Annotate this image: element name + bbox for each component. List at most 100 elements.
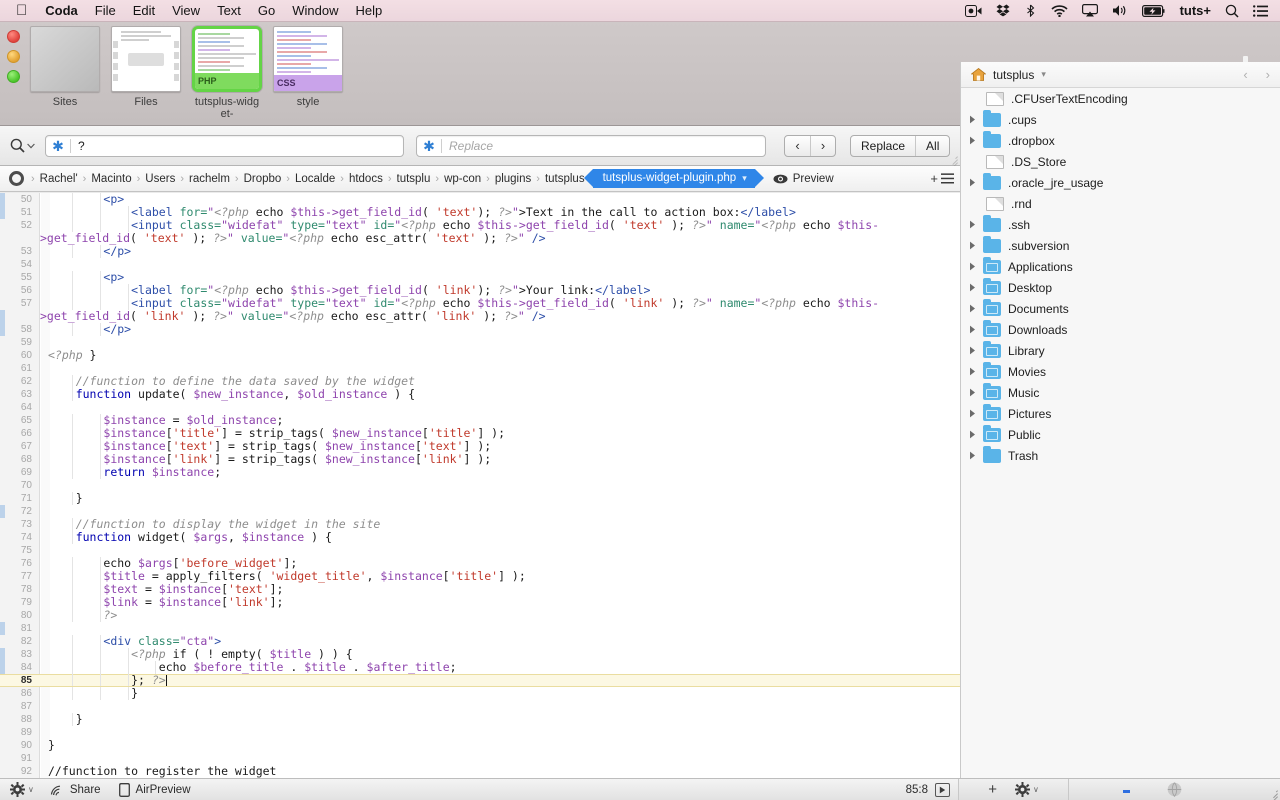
run-icon[interactable] — [935, 783, 950, 797]
preview-toggle[interactable]: Preview — [773, 173, 834, 185]
search-options-icon[interactable]: ✱ — [46, 139, 70, 153]
breadcrumb-item-4[interactable]: Dropbo — [244, 173, 282, 185]
disclosure-triangle-icon[interactable] — [969, 220, 983, 229]
disclosure-triangle-icon[interactable] — [969, 388, 983, 397]
disclosure-triangle-icon[interactable] — [969, 178, 983, 187]
file-status-icon[interactable] — [9, 171, 24, 186]
disclosure-triangle-icon[interactable] — [969, 241, 983, 250]
code-line[interactable]: 54 — [0, 258, 960, 271]
disclosure-triangle-icon[interactable] — [969, 325, 983, 334]
wifi-icon[interactable] — [1051, 5, 1068, 17]
file-list-item[interactable]: .ssh — [961, 214, 1280, 235]
file-list-item[interactable]: .oracle_jre_usage — [961, 172, 1280, 193]
breadcrumb-item-9[interactable]: plugins — [495, 173, 531, 185]
file-list-item[interactable]: .rnd — [961, 193, 1280, 214]
breadcrumb-item-7[interactable]: tutsplu — [397, 173, 431, 185]
battery-icon[interactable] — [1142, 5, 1166, 17]
search-scope-button[interactable] — [10, 138, 35, 153]
code-line[interactable]: 80 ?> — [0, 609, 960, 622]
zoom-window-button[interactable] — [7, 70, 20, 83]
code-line-wrapped[interactable]: >get_field_id( 'text' ); ?>" value="<?ph… — [0, 232, 960, 245]
code-line[interactable]: 85 }; ?> — [0, 674, 960, 687]
file-list-item[interactable]: Pictures — [961, 403, 1280, 424]
share-button[interactable]: Share — [50, 784, 101, 796]
code-line[interactable]: 63 function update( $new_instance, $old_… — [0, 388, 960, 401]
forward-button[interactable]: › — [1266, 67, 1270, 82]
menu-item-go[interactable]: Go — [258, 3, 275, 18]
minimize-window-button[interactable] — [7, 50, 20, 63]
code-line[interactable]: 70 — [0, 479, 960, 492]
volume-icon[interactable] — [1112, 4, 1128, 17]
code-line[interactable]: 58 </p> — [0, 323, 960, 336]
bluetooth-icon[interactable] — [1024, 4, 1037, 17]
file-list-item[interactable]: .cups — [961, 109, 1280, 130]
replace-input[interactable]: ✱ Replace — [416, 135, 766, 157]
code-line[interactable]: 71 } — [0, 492, 960, 505]
disclosure-triangle-icon[interactable] — [969, 346, 983, 355]
breadcrumb-item-5[interactable]: Localde — [295, 173, 335, 185]
code-line[interactable]: 79 $link = $instance['link']; — [0, 596, 960, 609]
find-previous-button[interactable]: ‹ — [785, 136, 810, 156]
disclosure-triangle-icon[interactable] — [969, 136, 983, 145]
menu-bar-username[interactable]: tuts+ — [1180, 3, 1211, 18]
file-list-item[interactable]: Music — [961, 382, 1280, 403]
file-list-item[interactable]: Library — [961, 340, 1280, 361]
code-line[interactable]: 89 — [0, 726, 960, 739]
airplay-icon[interactable] — [1082, 4, 1098, 17]
search-input[interactable]: ✱ ? — [45, 135, 404, 157]
breadcrumb-item-1[interactable]: Macinto — [91, 173, 131, 185]
file-list-item[interactable]: .subversion — [961, 235, 1280, 256]
window-resize-grip[interactable] — [1267, 787, 1278, 798]
resize-grip[interactable] — [946, 152, 958, 164]
tab-style-css[interactable]: CSS style — [273, 26, 343, 108]
disclosure-triangle-icon[interactable] — [969, 304, 983, 313]
preview-settings-button[interactable]: ∨ — [1015, 782, 1039, 797]
breadcrumb-active-file[interactable]: tutsplus-widget-plugin.php ▾ — [593, 169, 755, 188]
code-line[interactable]: 74 function widget( $args, $instance ) { — [0, 531, 960, 544]
screen-record-icon[interactable] — [965, 5, 982, 17]
file-list-item[interactable]: .CFUserTextEncoding — [961, 88, 1280, 109]
back-button[interactable]: ‹ — [1243, 67, 1247, 82]
replace-options-icon[interactable]: ✱ — [417, 139, 441, 153]
file-list[interactable]: .CFUserTextEncoding.cups.dropbox.DS_Stor… — [961, 88, 1280, 466]
code-line[interactable]: 59 — [0, 336, 960, 349]
code-line[interactable]: 69 return $instance; — [0, 466, 960, 479]
code-line[interactable]: 53 </p> — [0, 245, 960, 258]
editor-settings-button[interactable]: ∨ — [10, 782, 34, 797]
file-list-item[interactable]: .dropbox — [961, 130, 1280, 151]
file-list-item[interactable]: Applications — [961, 256, 1280, 277]
menu-item-text[interactable]: Text — [217, 3, 241, 18]
breadcrumb-item-0[interactable]: Rachel' — [40, 173, 78, 185]
file-list-item[interactable]: Public — [961, 424, 1280, 445]
menu-item-view[interactable]: View — [172, 3, 200, 18]
menu-item-window[interactable]: Window — [292, 3, 338, 18]
disclosure-triangle-icon[interactable] — [969, 367, 983, 376]
menu-item-file[interactable]: File — [95, 3, 116, 18]
notification-center-icon[interactable] — [1253, 5, 1268, 17]
find-next-button[interactable]: › — [810, 136, 835, 156]
disclosure-triangle-icon[interactable] — [969, 262, 983, 271]
replace-all-button[interactable]: All — [915, 136, 949, 156]
tab-sites[interactable]: Sites — [30, 26, 100, 108]
dropbox-icon[interactable] — [996, 4, 1010, 17]
file-list-item[interactable]: .DS_Store — [961, 151, 1280, 172]
file-list-item[interactable]: Documents — [961, 298, 1280, 319]
breadcrumb-item-6[interactable]: htdocs — [349, 173, 383, 185]
add-split-icon[interactable]: + — [930, 171, 938, 186]
file-list-item[interactable]: Movies — [961, 361, 1280, 382]
disclosure-triangle-icon[interactable] — [969, 115, 983, 124]
code-line[interactable]: 86 } — [0, 687, 960, 700]
code-line[interactable]: 87 — [0, 700, 960, 713]
breadcrumb-item-2[interactable]: Users — [145, 173, 175, 185]
breadcrumb-item-3[interactable]: rachelm — [189, 173, 230, 185]
airpreview-button[interactable]: AirPreview — [119, 783, 191, 797]
code-line[interactable]: 90} — [0, 739, 960, 752]
chevron-down-icon[interactable]: ▾ — [1041, 69, 1046, 80]
tab-tutsplus-widget-plugin[interactable]: PHP tutsplus-widget- — [192, 26, 262, 120]
menu-item-coda[interactable]: Coda — [45, 3, 78, 18]
menu-item-help[interactable]: Help — [356, 3, 383, 18]
code-line-wrapped[interactable]: >get_field_id( 'link' ); ?>" value="<?ph… — [0, 310, 960, 323]
breadcrumb-item-8[interactable]: wp-con — [444, 173, 481, 185]
disclosure-triangle-icon[interactable] — [969, 451, 983, 460]
add-button[interactable]: + — [988, 781, 997, 798]
